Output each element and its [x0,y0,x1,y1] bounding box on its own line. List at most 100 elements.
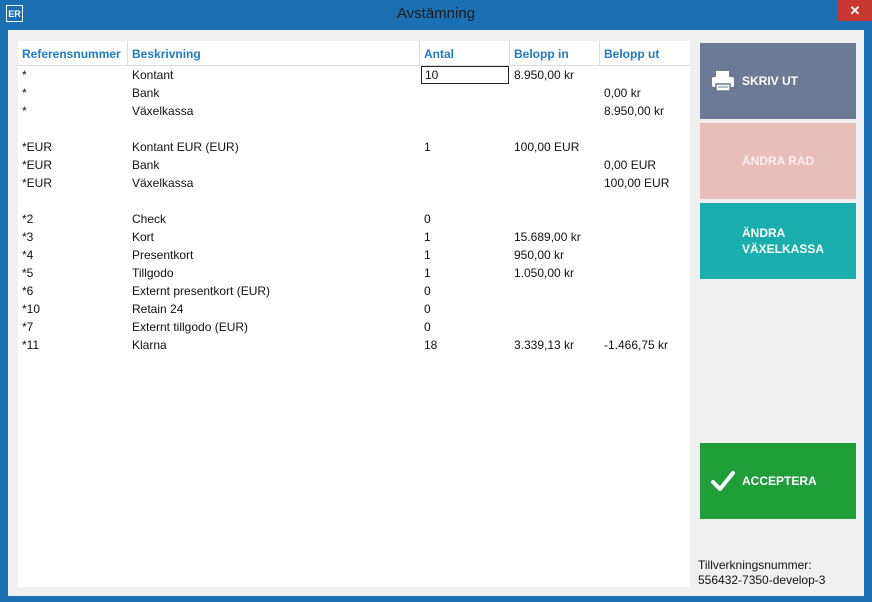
accept-button[interactable]: ACCEPTERA [700,443,856,519]
cell-description: Tillgodo [132,266,174,280]
serial-number: Tillverkningsnummer: 556432-7350-develop… [698,558,825,588]
cell-amount-out [600,282,690,300]
edit-row-button-label: ÄNDRA RAD [742,154,815,168]
cell-description: Växelkassa [132,104,194,118]
cell-quantity: 1 [424,266,431,280]
cell-amount-out: 0,00 EUR [604,158,657,172]
cell-description: Externt presentkort (EUR) [132,284,271,298]
table-row[interactable]: *4 Presentkort 1 950,00 kr [18,246,690,264]
printer-icon [710,68,736,94]
cell-ref: *7 [22,320,34,334]
cell-amount-in [510,300,600,318]
cell-description: Växelkassa [132,176,194,190]
cell-ref: *3 [22,230,34,244]
cell-ref: *4 [22,248,34,262]
table-row[interactable]: *7 Externt tillgodo (EUR) 0 [18,318,690,336]
cell-ref: *EUR [22,176,53,190]
cell-amount-in: 950,00 kr [514,248,565,262]
cell-amount-in [510,318,600,336]
header-antal[interactable]: Antal [420,41,510,65]
close-button[interactable]: ✕ [838,0,872,21]
cell-quantity: 0 [424,212,431,226]
table-row[interactable]: * Bank 0,00 kr [18,84,690,102]
cell-description: Bank [132,158,160,172]
cell-ref: * [22,104,27,118]
cell-quantity: 1 [424,248,431,262]
checkmark-icon [710,468,736,494]
cell-ref: *10 [22,302,41,316]
cell-description: Kontant EUR (EUR) [132,140,239,154]
cell-description: Retain 24 [132,302,184,316]
table-header: Referensnummer Beskrivning Antal Belopp … [18,41,690,66]
cell-quantity: 1 [424,230,431,244]
cell-quantity: 0 [424,320,431,334]
header-referensnummer[interactable]: Referensnummer [18,41,128,65]
cell-ref: *EUR [22,158,53,172]
cell-amount-out: 8.950,00 kr [604,104,665,118]
table-row[interactable]: *6 Externt presentkort (EUR) 0 [18,282,690,300]
cell-amount-in: 1.050,00 kr [514,266,575,280]
cell-amount-out [600,264,690,282]
header-belopp-in[interactable]: Belopp in [510,41,600,65]
window-title: Avstämning [396,5,476,22]
table-row[interactable]: *2 Check 0 [18,210,690,228]
cell-quantity: 18 [424,338,438,352]
table-row[interactable]: *3 Kort 1 15.689,00 kr [18,228,690,246]
header-belopp-ut[interactable]: Belopp ut [600,41,690,65]
cell-quantity [420,174,510,192]
table-row[interactable]: *EUR Kontant EUR (EUR) 1 100,00 EUR [18,138,690,156]
cell-amount-in: 100,00 EUR [514,140,580,154]
print-button-label: SKRIV UT [742,74,799,88]
cell-amount-out [600,138,690,156]
header-beskrivning[interactable]: Beskrivning [128,41,420,65]
cell-amount-in [510,282,600,300]
cell-amount-in [510,102,600,120]
serial-number-value: 556432-7350-develop-3 [698,573,826,587]
cell-amount-out [600,210,690,228]
cell-ref: *6 [22,284,34,298]
serial-number-label: Tillverkningsnummer: [698,558,812,572]
cell-ref: *EUR [22,140,53,154]
table-row[interactable]: *11 Klarna 18 3.339,13 kr -1.466,75 kr [18,336,690,354]
dialog-content: Referensnummer Beskrivning Antal Belopp … [8,30,864,596]
cell-description: Kort [132,230,155,244]
title-bar: ER Avstämning ✕ [0,0,872,28]
cell-amount-out: -1.466,75 kr [604,338,669,352]
print-button[interactable]: SKRIV UT [700,43,856,119]
cell-quantity: 0 [424,284,431,298]
cell-amount-out [600,228,690,246]
table-row[interactable]: * Växelkassa 8.950,00 kr [18,102,690,120]
edit-float-button[interactable]: ÄNDRA VÄXELKASSA [700,203,856,279]
cell-ref: * [22,86,27,100]
table-row[interactable]: *5 Tillgodo 1 1.050,00 kr [18,264,690,282]
edit-row-button[interactable]: ÄNDRA RAD [700,123,856,199]
cell-description: Klarna [132,338,167,352]
accept-button-label: ACCEPTERA [742,474,817,488]
cell-quantity [420,84,510,102]
cell-amount-out [600,246,690,264]
cell-amount-in [510,84,600,102]
reconciliation-table: Referensnummer Beskrivning Antal Belopp … [18,41,690,587]
quantity-input[interactable] [421,66,509,84]
cell-quantity [420,156,510,174]
table-row[interactable]: * Kontant 8.950,00 kr [18,66,690,84]
cell-amount-in [510,174,600,192]
cell-ref: *5 [22,266,34,280]
cell-amount-in [510,156,600,174]
cell-ref: * [22,68,27,82]
cell-description: Check [132,212,167,226]
cell-ref: *2 [22,212,34,226]
edit-float-button-label: ÄNDRA VÄXELKASSA [742,226,825,256]
cell-amount-in: 3.339,13 kr [514,338,575,352]
table-row[interactable]: *EUR Bank 0,00 EUR [18,156,690,174]
cell-description: Externt tillgodo (EUR) [132,320,249,334]
table-row[interactable]: *10 Retain 24 0 [18,300,690,318]
cell-amount-in: 8.950,00 kr [514,68,575,82]
cell-amount-out [600,300,690,318]
cell-amount-out [600,66,690,84]
cell-quantity: 1 [424,140,431,154]
table-row[interactable]: *EUR Växelkassa 100,00 EUR [18,174,690,192]
cell-amount-in: 15.689,00 kr [514,230,581,244]
cell-description: Presentkort [132,248,194,262]
cell-amount-out [600,318,690,336]
